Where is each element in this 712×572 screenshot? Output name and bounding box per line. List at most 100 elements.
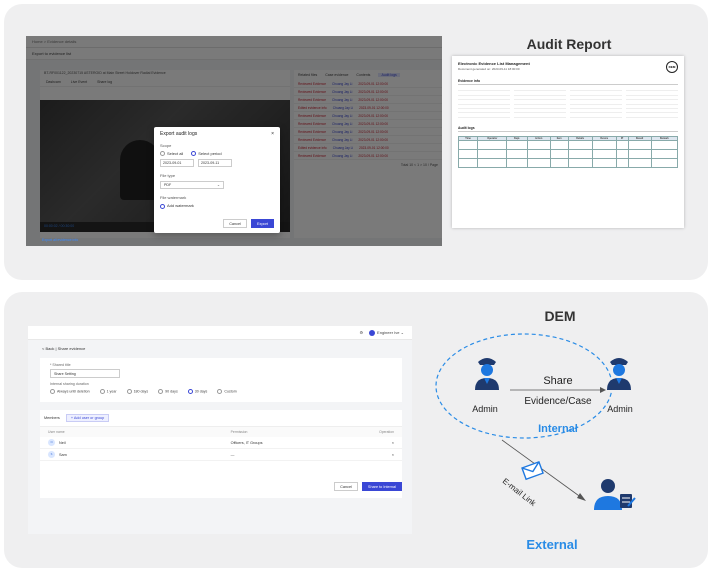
- report-doc-title: Electronic Evidence List Management: [458, 61, 530, 66]
- scope-select-all[interactable]: Select all: [160, 151, 183, 157]
- share-settings-card: * Shared title Share Setting Internal sh…: [40, 358, 402, 402]
- date-range: 2023-09-01 2023-09-11: [160, 159, 274, 168]
- member-user: N Neil: [48, 439, 231, 446]
- remove-member-icon[interactable]: ×: [365, 441, 394, 445]
- date-from-input[interactable]: 2023-09-01: [160, 159, 194, 168]
- avatar: S: [48, 451, 55, 458]
- watermark-label: File watermark: [160, 195, 187, 201]
- chevron-down-icon: ⌄: [400, 329, 404, 335]
- duration-1-year[interactable]: 1 year: [99, 389, 117, 394]
- radio-icon: [158, 389, 164, 394]
- report-info-cell: [626, 106, 678, 109]
- report-info-cell: [626, 88, 678, 92]
- report-info-cell: [570, 97, 622, 101]
- duration-custom-label: Custom: [224, 389, 237, 394]
- report-info-cell: [570, 110, 622, 114]
- report-cell: [567, 148, 593, 159]
- share-internal-button[interactable]: Share to Internal: [361, 482, 402, 491]
- report-cell: [506, 139, 528, 150]
- report-cell: [477, 148, 508, 159]
- dialog-title: Export audit logs: [160, 131, 198, 137]
- report-info-cell: [626, 114, 678, 118]
- report-cell: [615, 139, 629, 150]
- radio-icon: [126, 389, 132, 394]
- envelope-icon: [521, 460, 544, 481]
- report-cell: [457, 139, 479, 150]
- radio-icon: [217, 389, 223, 394]
- report-info-cell: [458, 97, 510, 101]
- dem-heading: DEM: [544, 308, 576, 324]
- duration-90-days[interactable]: 90 days: [158, 389, 178, 394]
- report-cell: [567, 139, 593, 150]
- report-cell: [549, 139, 569, 150]
- duration-30-days-label: 30 days: [194, 389, 208, 394]
- audit-log-app: Home > Evidence details Export to eviden…: [26, 36, 442, 246]
- report-info-cell: [514, 106, 566, 109]
- report-doc-subtitle: Document generated on: 2023-09-11 18:00:…: [458, 67, 520, 71]
- dem-logo-icon: DEM: [666, 61, 678, 73]
- report-info-cell: [458, 101, 510, 105]
- radio-icon: [99, 389, 105, 394]
- external-user-icon: [594, 479, 636, 510]
- date-to-input[interactable]: 2023-09-11: [198, 159, 232, 168]
- report-info-cell: [458, 88, 510, 92]
- report-info-cell: [514, 114, 566, 118]
- duration-180-days[interactable]: 180 days: [126, 389, 148, 394]
- report-cell: [506, 157, 528, 168]
- duration-custom[interactable]: Custom: [217, 389, 237, 394]
- report-cell: [650, 139, 679, 150]
- report-info-cell: [458, 114, 510, 118]
- cancel-button[interactable]: Cancel: [334, 482, 358, 491]
- report-info-cell: [570, 92, 622, 96]
- export-all-link[interactable]: Export all evidence info: [42, 238, 78, 242]
- member-user: S Sam: [48, 451, 231, 458]
- report-cell: [526, 139, 551, 150]
- close-icon[interactable]: ×: [271, 131, 274, 137]
- tab-members[interactable]: Members: [44, 416, 60, 420]
- duration-always-label: Always until deletion: [57, 389, 90, 394]
- report-cell: [567, 157, 593, 168]
- report-cell: [627, 139, 652, 150]
- members-tabs: Members + Add user or group: [40, 410, 402, 427]
- report-info-cell: [458, 106, 510, 109]
- file-type-select[interactable]: PDF ⌄: [160, 181, 224, 190]
- report-cell: [650, 148, 679, 159]
- report-info-cell: [626, 97, 678, 101]
- report-info-grid: [458, 88, 678, 118]
- report-cell: [615, 157, 629, 168]
- member-name: Neil: [59, 440, 66, 445]
- duration-always[interactable]: Always until deletion: [50, 389, 90, 394]
- member-rows: N Neil Officers, IT Groups × S Sam — ×: [40, 437, 402, 461]
- add-user-button[interactable]: + Add user or group: [65, 414, 110, 422]
- duration-90-days-label: 90 days: [165, 389, 178, 394]
- scope-radios: Select all Select period: [160, 151, 274, 157]
- duration-1-year-label: 1 year: [106, 389, 117, 394]
- radio-checked-icon: [187, 389, 193, 394]
- radio-icon: [50, 389, 55, 394]
- export-button[interactable]: Export: [251, 219, 274, 228]
- duration-30-days[interactable]: 30 days: [187, 389, 208, 394]
- dialog-header: Export audit logs ×: [160, 131, 274, 137]
- share-title-input[interactable]: Share Setting: [50, 369, 120, 378]
- report-log-table: Time Operator Dept. Action Item Details Device…: [457, 135, 679, 168]
- top-bar: ⚙ Engineer Ive ⌄: [28, 326, 412, 340]
- gear-icon[interactable]: ⚙: [359, 330, 363, 335]
- user-menu[interactable]: Engineer Ive ⌄: [369, 329, 404, 336]
- report-cell: [457, 157, 479, 168]
- report-table-body: [457, 139, 679, 168]
- audit-report-document: Electronic Evidence List Management Docu…: [452, 56, 684, 228]
- cancel-button[interactable]: Cancel: [223, 219, 248, 228]
- watermark-option[interactable]: Add watermark: [160, 203, 274, 209]
- report-cell: [627, 157, 652, 168]
- report-info-cell: [514, 110, 566, 114]
- dem-sharing-diagram: Admin Admin Share Evidence/Case Internal…: [435, 333, 636, 552]
- officer-icon-left: [475, 358, 499, 390]
- members-table-header: User name Permission Operation: [40, 427, 402, 437]
- evidence-case-label: Evidence/Case: [524, 396, 592, 407]
- file-type-label: File type: [160, 173, 176, 179]
- scope-select-period[interactable]: Select period: [191, 151, 222, 157]
- breadcrumb[interactable]: < Back | Share evidence: [28, 340, 412, 357]
- member-permission: —: [230, 452, 235, 457]
- report-cell: [591, 139, 617, 150]
- remove-member-icon[interactable]: ×: [365, 453, 394, 457]
